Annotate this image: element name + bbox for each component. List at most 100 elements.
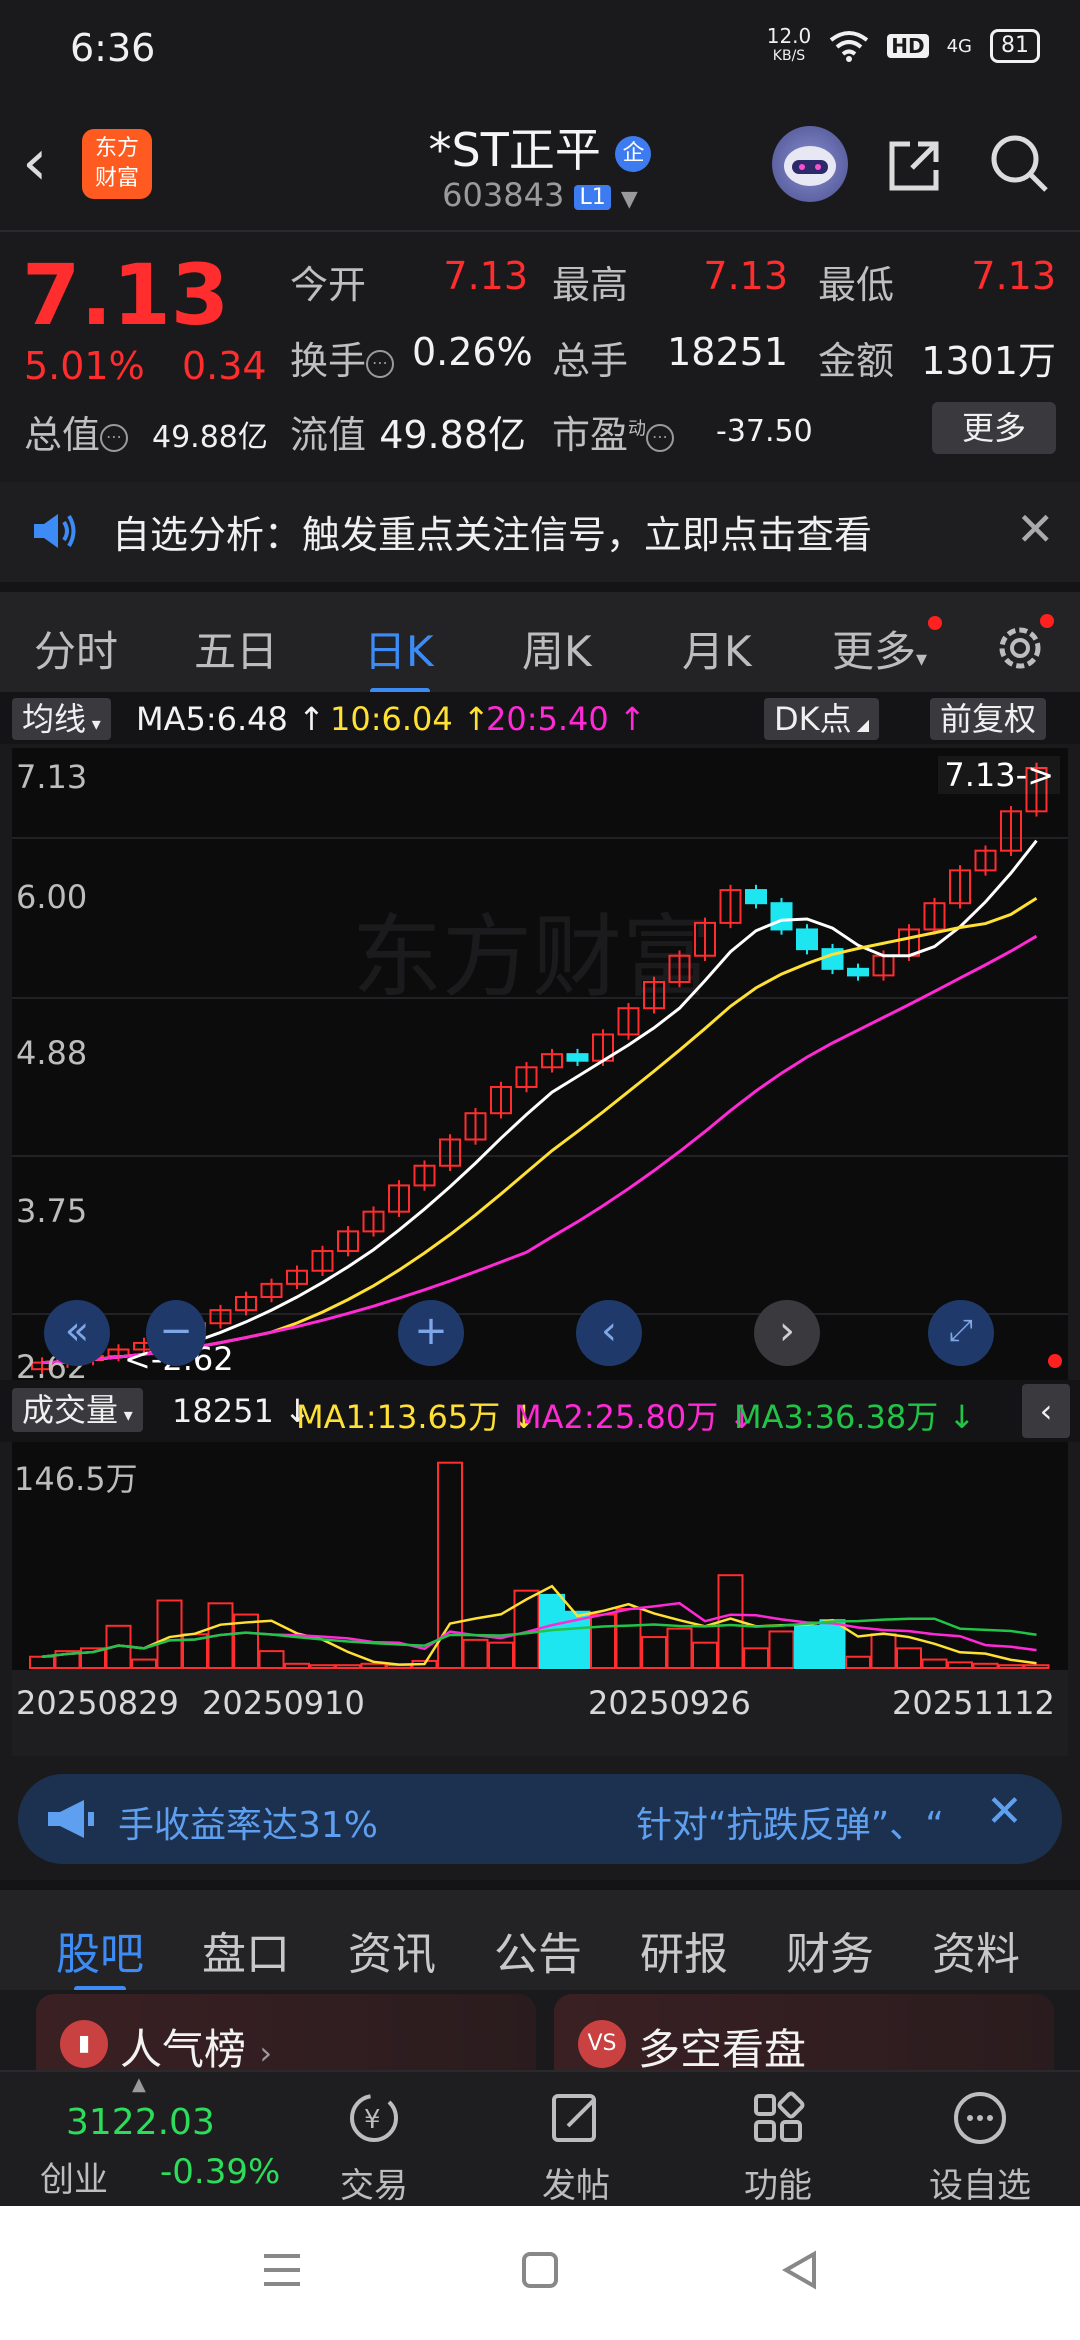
volume-bar — [156, 1599, 183, 1670]
tab-profile[interactable]: 资料 — [932, 1918, 1020, 1982]
caret-down-icon: ▾ — [118, 1405, 133, 1426]
info-icon[interactable]: ⋯ — [100, 423, 129, 452]
kline-chart[interactable]: 东方财富 7.13 6.00 4.88 3.75 2.62 7.13-> <-2… — [12, 748, 1068, 1386]
watermark: 东方财富 — [352, 905, 712, 1010]
volume-bar — [29, 1655, 55, 1670]
volume-bar — [131, 1658, 157, 1670]
back-icon[interactable] — [780, 2250, 820, 2290]
share-icon[interactable] — [884, 136, 944, 196]
speaker-icon — [34, 514, 76, 548]
system-nav-bar — [0, 2206, 1080, 2340]
search-icon[interactable] — [988, 132, 1050, 194]
last-price: 7.13 — [22, 246, 230, 344]
more-circle-icon — [954, 2092, 1006, 2144]
high-value: 7.13 — [703, 254, 788, 298]
close-icon[interactable]: ✕ — [1016, 502, 1055, 556]
net-speed: 12.0 KB/S — [766, 24, 812, 64]
fullscreen-icon[interactable]: ⤢ — [928, 1300, 994, 1366]
collapse-button[interactable]: ‹ — [1022, 1384, 1070, 1438]
tab-monthly-k[interactable]: 月K — [682, 618, 752, 679]
tab-research[interactable]: 研报 — [640, 1918, 728, 1982]
index-value[interactable]: 3122.03 — [66, 2102, 215, 2143]
zoom-out-icon[interactable]: − — [146, 1300, 206, 1366]
assistant-avatar[interactable] — [772, 126, 848, 202]
promo-banner[interactable]: 手收益率达31% 针对“抗跌反弹”、“ ✕ — [18, 1774, 1062, 1864]
y-label-2: 6.00 — [16, 878, 88, 916]
volume-y-max: 146.5万 — [14, 1460, 138, 1498]
signal-icon: 4G — [946, 35, 972, 57]
status-bar: 6:36 12.0 KB/S HD 4G 81 — [0, 0, 1080, 96]
turnover-value: 0.26% — [412, 330, 533, 374]
zoom-in-icon[interactable]: + — [398, 1300, 464, 1366]
latest-marker-dot — [1048, 1354, 1062, 1368]
info-icon[interactable]: ⋯ — [646, 423, 675, 452]
vol-ma3: MA3:36.38万 ↓ — [734, 1398, 976, 1436]
bottom-nav: ▲ 3122.03 创业 -0.39% ¥ 交易 发帖 功能 设自选 — [0, 2070, 1080, 2206]
tab-financials[interactable]: 财务 — [786, 1918, 874, 1982]
tab-five-day[interactable]: 五日 — [194, 618, 278, 679]
fast-back-icon[interactable]: « — [44, 1300, 110, 1366]
volume-selector[interactable]: 成交量 ▾ — [12, 1388, 143, 1432]
scroll-right-icon[interactable]: › — [754, 1300, 820, 1366]
card-title: 多空看盘 — [638, 2025, 807, 2070]
volume-bar — [845, 1655, 871, 1670]
close-icon[interactable]: ✕ — [986, 1786, 1023, 1837]
robot-icon — [784, 146, 836, 186]
amount-label: 金额 — [818, 339, 895, 383]
volume-bar — [360, 1662, 387, 1670]
info-icon[interactable]: ⋯ — [366, 349, 395, 378]
volume-bar — [590, 1613, 616, 1670]
nav-functions[interactable]: 功能 — [718, 2086, 838, 2207]
battery-icon: 81 — [990, 29, 1040, 63]
promo-text-right: 针对“抗跌反弹”、“ — [636, 1805, 944, 1846]
volume-bar — [258, 1650, 285, 1670]
scroll-left-icon[interactable]: ‹ — [576, 1300, 642, 1366]
svg-text:¥: ¥ — [364, 2105, 381, 2135]
nav-add-watchlist[interactable]: 设自选 — [920, 2086, 1040, 2207]
bull-bear-card[interactable]: VS 多空看盘 — [554, 1994, 1054, 2070]
grid-icon — [754, 2091, 805, 2142]
date-axis: 20250829 20250910 20250926 20251112 — [12, 1670, 1068, 1756]
volume-bar — [641, 1636, 667, 1670]
tab-weekly-k[interactable]: 周K — [522, 618, 592, 679]
change-percent: 5.01% — [24, 344, 145, 388]
popularity-card[interactable]: ▮ 人气榜 › — [36, 1994, 536, 2070]
volume-chart[interactable]: 146.5万 — [12, 1442, 1068, 1670]
tab-forum[interactable]: 股吧 — [56, 1918, 144, 1982]
candle-body — [847, 967, 869, 977]
dk-point-button[interactable]: DK点 ◢ — [764, 698, 880, 740]
y-label-3: 4.88 — [16, 1034, 88, 1072]
adjust-button[interactable]: 前复权 — [930, 698, 1047, 740]
chevron-down-icon: ▼ — [620, 187, 638, 212]
menu-icon[interactable] — [260, 2250, 304, 2290]
tab-more[interactable]: 更多▾ — [832, 618, 927, 679]
vol-ma2: MA2:25.80万 ↓ — [514, 1398, 756, 1436]
nav-trade[interactable]: ¥ 交易 — [314, 2086, 434, 2207]
nav-post[interactable]: 发帖 — [516, 2086, 636, 2207]
volume-label: 总手 — [552, 339, 629, 383]
wifi-icon — [830, 31, 869, 62]
ma-selector[interactable]: 均线 ▾ — [12, 698, 111, 740]
volume-bar — [921, 1658, 948, 1670]
volume-bar — [870, 1633, 897, 1670]
volume-bar — [998, 1664, 1024, 1670]
change-amount: 0.34 — [182, 344, 267, 388]
tab-announcements[interactable]: 公告 — [494, 1918, 582, 1982]
analysis-banner[interactable]: 自选分析：触发重点关注信号，立即点击查看 ✕ — [0, 482, 1080, 582]
tab-news[interactable]: 资讯 — [348, 1918, 436, 1982]
home-icon[interactable] — [520, 2250, 560, 2290]
volume-bar — [615, 1607, 642, 1670]
gear-icon[interactable] — [994, 622, 1046, 674]
volume-value: 18251 ↓ — [172, 1392, 311, 1430]
candle-body — [566, 1053, 589, 1062]
tab-intraday[interactable]: 分时 — [34, 618, 118, 679]
ranking-icon: ▮ — [60, 2020, 108, 2068]
more-button[interactable]: 更多 — [932, 402, 1056, 454]
max-price-tag: 7.13-> — [938, 756, 1060, 794]
volume-indicator-bar: 成交量 ▾ 18251 ↓ MA1:13.65万 ↓ MA2:25.80万 ↓ … — [0, 1380, 1080, 1442]
volume-bar — [309, 1664, 336, 1670]
tab-daily-k[interactable]: 日K — [364, 618, 434, 679]
tab-orderbook[interactable]: 盘口 — [202, 1918, 290, 1982]
pe-label: 市盈动 ⋯ — [552, 404, 675, 459]
high-label: 最高 — [552, 263, 629, 307]
